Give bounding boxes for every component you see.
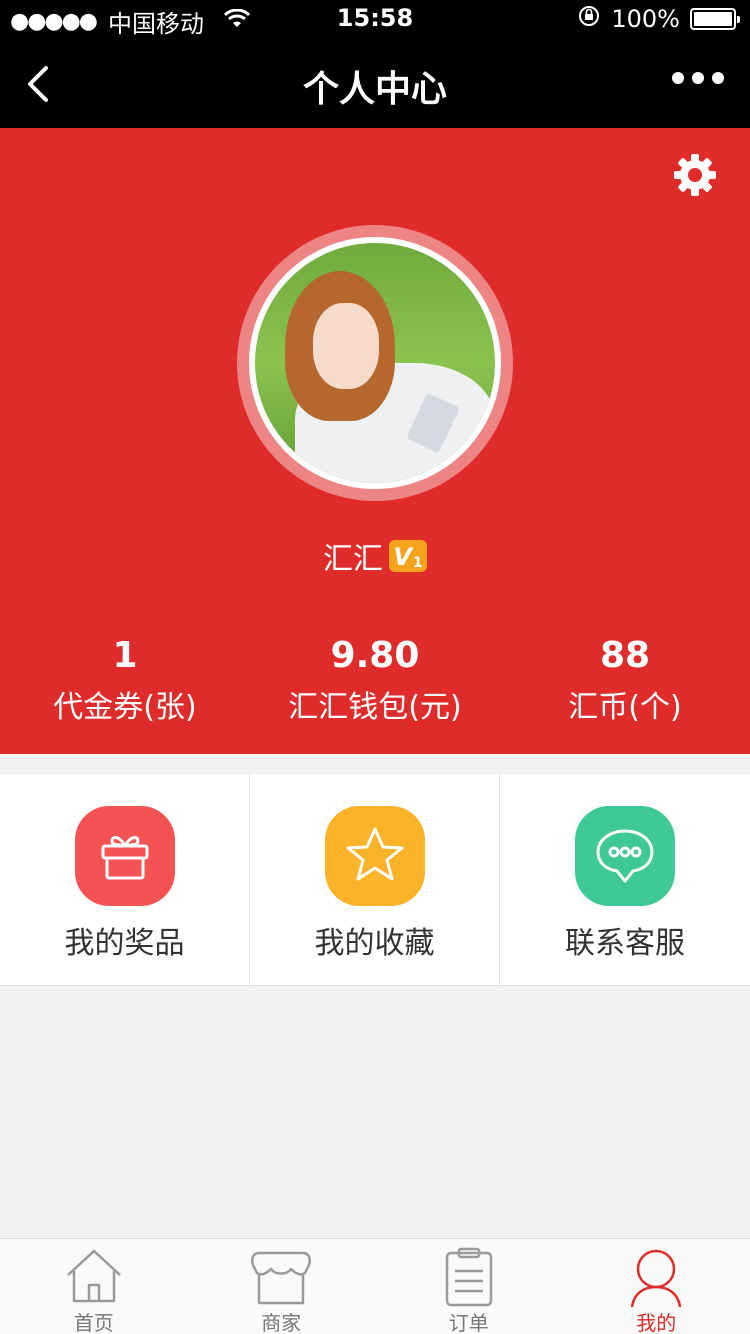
dot-icon <box>672 72 684 84</box>
more-options-button[interactable] <box>672 72 724 84</box>
menu-item-label: 联系客服 <box>565 926 685 961</box>
username: 汇汇 <box>323 542 383 577</box>
settings-button[interactable] <box>672 152 718 198</box>
vip-badge-icon: V1 <box>389 540 427 572</box>
menu-item-label: 我的收藏 <box>314 926 435 961</box>
avatar-ring[interactable] <box>237 225 513 501</box>
stat-label: 汇汇钱包(元) <box>288 690 462 725</box>
stat-label: 代金券(张) <box>53 690 197 725</box>
star-icon <box>325 806 425 906</box>
battery-percent: 100% <box>611 5 680 33</box>
tab-label: 首页 <box>73 1311 114 1334</box>
tab-merchants[interactable]: 商家 <box>188 1239 376 1334</box>
stat-value: 88 <box>599 635 651 676</box>
menu-grid: 我的奖品 我的收藏 联系客服 <box>0 774 750 986</box>
menu-item-label: 我的奖品 <box>64 926 185 961</box>
profile-header: 汇汇 V1 1 代金券(张) 9.80 汇汇钱包(元) 88 汇币(个) <box>0 128 750 754</box>
dot-icon <box>712 72 724 84</box>
chat-bubble-icon <box>575 806 675 906</box>
dot-icon <box>692 72 704 84</box>
page-title: 个人中心 <box>302 69 447 110</box>
stat-label: 汇币(个) <box>568 690 682 725</box>
rotation-lock-icon <box>577 4 601 34</box>
status-right: 100% <box>577 4 740 34</box>
avatar-photo-face <box>313 303 379 389</box>
store-icon <box>251 1251 312 1305</box>
tab-label: 订单 <box>448 1311 489 1334</box>
stat-wallet[interactable]: 9.80 汇汇钱包(元) <box>250 634 500 726</box>
clipboard-icon <box>445 1247 492 1307</box>
avatar <box>255 243 495 483</box>
stats-row: 1 代金券(张) 9.80 汇汇钱包(元) 88 汇币(个) <box>0 634 750 726</box>
nav-bar: 个人中心 <box>0 40 750 128</box>
menu-item-favorites[interactable]: 我的收藏 <box>250 774 500 986</box>
user-icon <box>631 1249 682 1308</box>
username-row: 汇汇 V1 <box>0 534 750 578</box>
gift-icon <box>75 806 175 906</box>
tab-label: 我的 <box>636 1311 677 1334</box>
tab-mine[interactable]: 我的 <box>563 1239 750 1334</box>
stat-value: 9.80 <box>330 635 420 676</box>
gear-icon <box>674 154 716 196</box>
status-bar: ●●●●● 中国移动 15:58 100% <box>0 0 750 40</box>
avatar-border <box>249 237 501 489</box>
tab-label: 商家 <box>261 1311 302 1334</box>
tab-bar: 首页 商家 订单 我的 <box>0 1238 750 1334</box>
vip-number: 1 <box>412 555 423 571</box>
vip-letter: V <box>393 543 412 571</box>
menu-item-support[interactable]: 联系客服 <box>500 774 750 986</box>
tab-orders[interactable]: 订单 <box>375 1239 563 1334</box>
stat-value: 1 <box>112 635 138 676</box>
home-icon <box>66 1249 121 1303</box>
stat-coins[interactable]: 88 汇币(个) <box>500 634 750 726</box>
stat-vouchers[interactable]: 1 代金券(张) <box>0 634 250 726</box>
battery-icon <box>690 8 740 30</box>
tab-home[interactable]: 首页 <box>0 1239 188 1334</box>
menu-item-prizes[interactable]: 我的奖品 <box>0 774 250 986</box>
